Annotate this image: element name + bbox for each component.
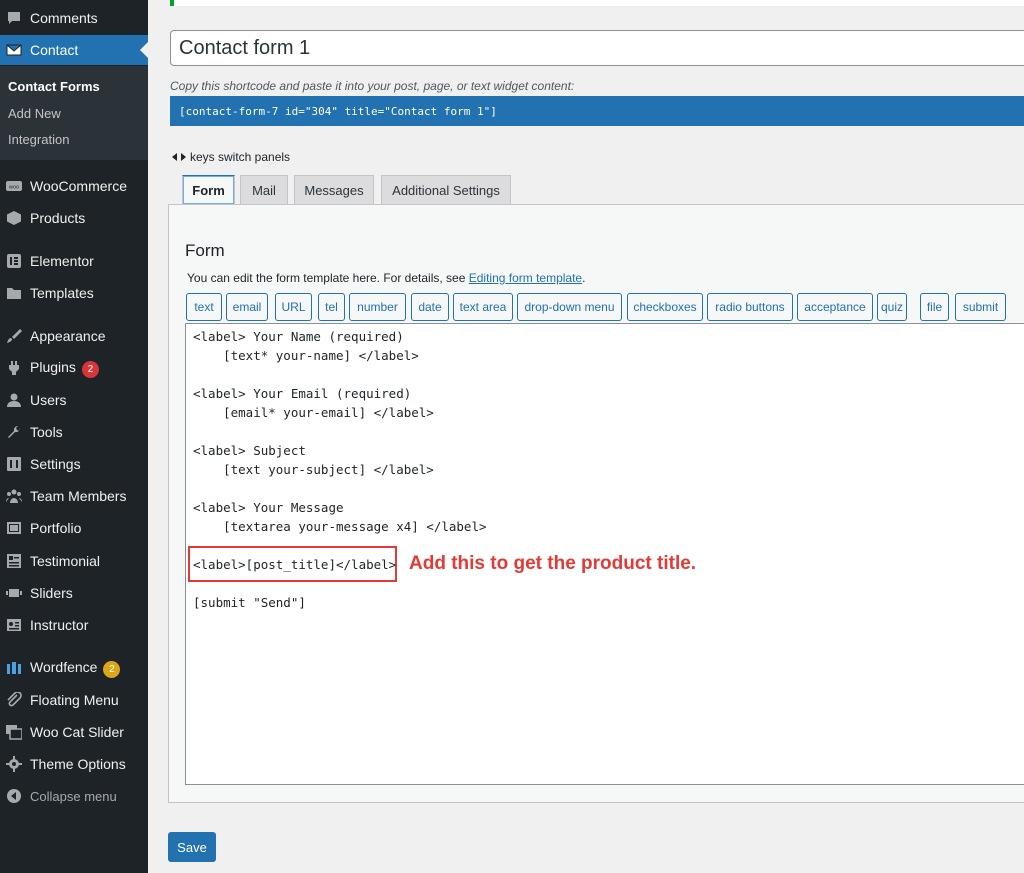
submenu-add-new[interactable]: Add New [8, 106, 61, 121]
menu-sliders[interactable]: Sliders [0, 578, 148, 608]
menu-testimonial[interactable]: Testimonial [0, 546, 148, 576]
woocommerce-icon: woo [6, 178, 22, 194]
wordfence-alert-badge: 2 [103, 660, 121, 678]
menu-users[interactable]: Users [0, 385, 148, 415]
elementor-icon [6, 253, 22, 269]
code-line: [text your-subject] </label> [193, 462, 434, 477]
main-content: Contact form 1 Copy this shortcode and p… [148, 0, 1024, 873]
code-line: [text* your-name] </label> [193, 348, 419, 363]
menu-settings[interactable]: Settings [0, 449, 148, 479]
tab-mail[interactable]: Mail [240, 175, 288, 205]
form-title-input[interactable]: Contact form 1 [170, 30, 1024, 66]
plugins-update-badge: 2 [81, 360, 99, 378]
tag-button-submit[interactable]: submit [955, 293, 1006, 321]
portfolio-icon [6, 520, 22, 536]
menu-team-members[interactable]: Team Members [0, 481, 148, 511]
panel-title: Form [185, 241, 225, 260]
tag-button-textarea[interactable]: text area [453, 293, 513, 321]
paperclip-icon [6, 692, 22, 708]
menu-plugins[interactable]: Plugins 2 [0, 353, 148, 383]
code-line: [textarea your-message x4] </label> [193, 519, 487, 534]
tag-button-tel[interactable]: tel [318, 293, 345, 321]
tab-additional-settings[interactable]: Additional Settings [381, 175, 511, 205]
wordfence-icon [6, 660, 22, 676]
form-panel: Form You can edit the form template here… [168, 204, 1024, 803]
tag-button-number[interactable]: number [349, 293, 406, 321]
user-icon [6, 392, 22, 408]
code-line: <label> Subject [193, 443, 306, 458]
menu-floating-menu[interactable]: Floating Menu [0, 685, 148, 715]
shortcode-hint: Copy this shortcode and paste it into yo… [170, 79, 575, 93]
form-template-editor[interactable]: <label> Your Name (required) [text* your… [185, 323, 1024, 785]
code-line: <label> Your Message [193, 500, 344, 515]
notice-bar [170, 0, 1024, 6]
testimonial-icon [6, 553, 22, 569]
menu-instructor[interactable]: Instructor [0, 610, 148, 640]
collapse-menu-button[interactable]: Collapse menu [0, 781, 148, 811]
contact-submenu: Contact Forms Add New Integration [0, 66, 148, 160]
menu-portfolio[interactable]: Portfolio [0, 513, 148, 543]
collapse-icon [6, 788, 22, 804]
tag-button-checkboxes[interactable]: checkboxes [627, 293, 703, 321]
tag-button-radio-buttons[interactable]: radio buttons [707, 293, 793, 321]
menu-comments[interactable]: Comments [0, 3, 148, 33]
tag-button-text[interactable]: text [186, 293, 222, 321]
box-icon [6, 210, 22, 226]
submenu-integration[interactable]: Integration [8, 132, 69, 147]
code-line: <label> Your Email (required) [193, 386, 412, 401]
tag-button-url[interactable]: URL [275, 293, 312, 321]
menu-elementor[interactable]: Elementor [0, 246, 148, 276]
paintbrush-icon [6, 328, 22, 344]
arrow-keys-icon [172, 153, 186, 161]
menu-woo-cat-slider[interactable]: Woo Cat Slider [0, 717, 148, 747]
tag-button-dropdown-menu[interactable]: drop-down menu [517, 293, 622, 321]
code-line: [submit "Send"] [193, 595, 306, 610]
tag-button-email[interactable]: email [226, 293, 268, 321]
code-line: [email* your-email] </label> [193, 405, 434, 420]
tab-messages[interactable]: Messages [294, 175, 374, 205]
tag-button-quiz[interactable]: quiz [877, 293, 907, 321]
menu-templates[interactable]: Templates [0, 278, 148, 308]
tag-button-acceptance[interactable]: acceptance [797, 293, 873, 321]
mail-icon [6, 42, 22, 58]
menu-theme-options[interactable]: Theme Options [0, 749, 148, 779]
slides-icon [6, 585, 22, 601]
tag-button-date[interactable]: date [411, 293, 449, 321]
code-line-post-title: <label>[post_title]</label> [193, 557, 397, 572]
menu-products[interactable]: Products [0, 203, 148, 233]
tab-form[interactable]: Form [182, 175, 235, 205]
plugin-icon [6, 360, 22, 376]
menu-woocommerce[interactable]: woo WooCommerce [0, 171, 148, 201]
gear-icon [6, 756, 22, 772]
submenu-contact-forms[interactable]: Contact Forms [8, 79, 100, 94]
comment-icon [6, 10, 22, 26]
wrench-icon [6, 424, 22, 440]
admin-sidebar: Comments Contact Contact Forms Add New I… [0, 0, 148, 873]
save-button[interactable]: Save [168, 832, 216, 862]
groups-icon [6, 488, 22, 504]
menu-contact[interactable]: Contact [0, 35, 148, 65]
editing-form-template-link[interactable]: Editing form template [469, 271, 582, 285]
keys-hint: keys switch panels [172, 150, 290, 164]
menu-wordfence[interactable]: Wordfence 2 [0, 653, 148, 683]
tag-button-file[interactable]: file [920, 293, 949, 321]
svg-text:woo: woo [9, 185, 19, 191]
panel-description: You can edit the form template here. For… [187, 271, 586, 285]
menu-tools[interactable]: Tools [0, 417, 148, 447]
menu-appearance[interactable]: Appearance [0, 321, 148, 351]
folder-icon [6, 285, 22, 301]
settings-icon [6, 456, 22, 472]
images-icon [6, 724, 22, 740]
id-card-icon [6, 617, 22, 633]
annotation-text: Add this to get the product title. [409, 553, 697, 574]
active-menu-arrow [140, 42, 148, 58]
code-line: <label> Your Name (required) [193, 329, 404, 344]
shortcode-field[interactable]: [contact-form-7 id="304" title="Contact … [170, 96, 1024, 126]
